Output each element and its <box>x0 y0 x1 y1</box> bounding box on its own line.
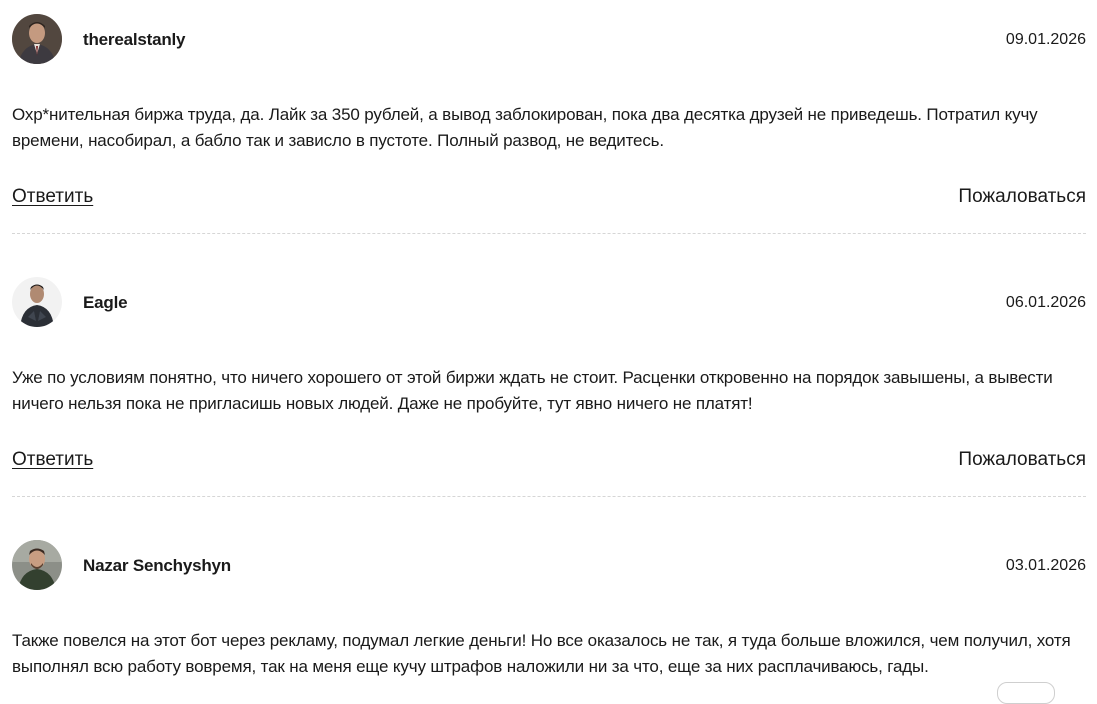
avatar-photo-icon <box>12 277 62 327</box>
avatar[interactable] <box>12 277 62 327</box>
comment-date: 06.01.2026 <box>1005 294 1086 311</box>
comment-text: Уже по условиям понятно, что ничего хоро… <box>12 368 1053 413</box>
comment-header: Nazar Senchyshyn 03.01.2026 <box>12 540 1086 592</box>
comment-item: Eagle 06.01.2026 Уже по условиям понятно… <box>12 277 1086 497</box>
comment-date: 03.01.2026 <box>1005 557 1086 574</box>
report-link[interactable]: Пожаловаться <box>958 186 1086 208</box>
comment-divider <box>12 233 1086 234</box>
reply-link[interactable]: Ответить <box>12 186 93 208</box>
comment-text: Также повелся на этот бот через рекламу,… <box>12 631 1071 676</box>
comment-username[interactable]: therealstanly <box>83 30 185 50</box>
comment-divider <box>12 496 1086 497</box>
comment-item: therealstanly 09.01.2026 Охр*нительная б… <box>12 14 1086 234</box>
reply-link[interactable]: Ответить <box>12 449 93 471</box>
comment-header: therealstanly 09.01.2026 <box>12 14 1086 66</box>
avatar-photo-icon <box>12 14 62 64</box>
comment-text: Охр*нительная биржа труда, да. Лайк за 3… <box>12 105 1038 150</box>
partially-visible-button[interactable] <box>997 682 1055 704</box>
report-link[interactable]: Пожаловаться <box>958 449 1086 471</box>
avatar[interactable] <box>12 540 62 590</box>
avatar[interactable] <box>12 14 62 64</box>
comment-username[interactable]: Eagle <box>83 293 128 313</box>
comment-date: 09.01.2026 <box>1005 31 1086 48</box>
comment-username[interactable]: Nazar Senchyshyn <box>83 556 231 576</box>
avatar-photo-icon <box>12 540 62 590</box>
comment-header: Eagle 06.01.2026 <box>12 277 1086 329</box>
comment-actions: Ответить Пожаловаться <box>12 186 1086 214</box>
comment-item: Nazar Senchyshyn 03.01.2026 Также повелс… <box>12 540 1086 676</box>
comment-actions: Ответить Пожаловаться <box>12 449 1086 477</box>
